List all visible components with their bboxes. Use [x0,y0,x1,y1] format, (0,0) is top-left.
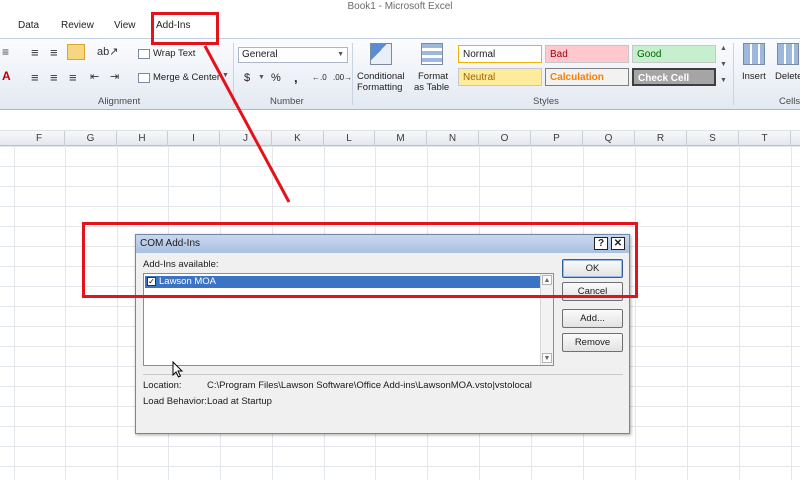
arrow-line [203,45,291,203]
mouse-pointer-icon [172,361,184,378]
annotation-arrow [203,45,291,203]
